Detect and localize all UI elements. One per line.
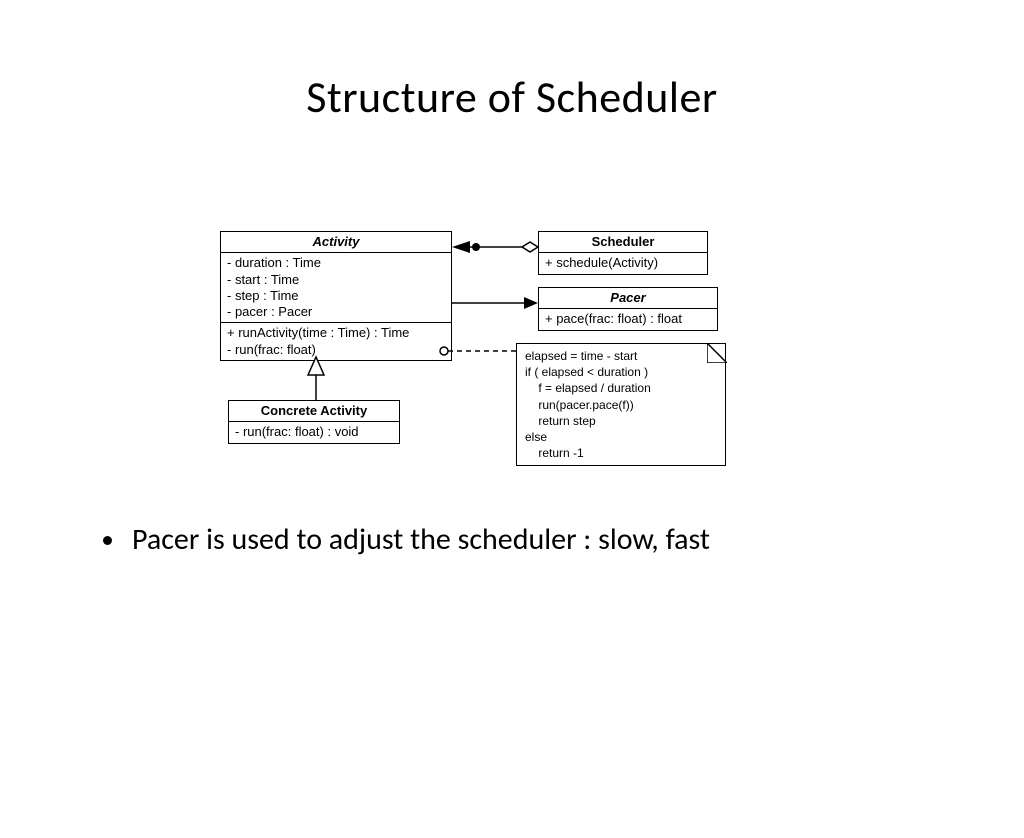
uml-class-concrete-activity: Concrete Activity - run(frac: float) : v… bbox=[228, 400, 400, 444]
class-name: Activity bbox=[221, 232, 451, 253]
operation: - run(frac: float) bbox=[227, 342, 445, 358]
uml-class-scheduler: Scheduler + schedule(Activity) bbox=[538, 231, 708, 275]
attribute: - pacer : Pacer bbox=[227, 304, 445, 320]
bullet-list: Pacer is used to adjust the scheduler : … bbox=[98, 520, 928, 561]
attribute: - start : Time bbox=[227, 272, 445, 288]
operation: + pace(frac: float) : float bbox=[545, 311, 711, 327]
class-name: Scheduler bbox=[539, 232, 707, 253]
note-fold-icon bbox=[707, 343, 727, 363]
note-text: elapsed = time - start if ( elapsed < du… bbox=[525, 348, 717, 461]
bullet-item: Pacer is used to adjust the scheduler : … bbox=[128, 520, 928, 561]
aggregation-scheduler-activity bbox=[452, 241, 538, 253]
generalization-concrete-activity bbox=[308, 357, 324, 400]
class-name: Pacer bbox=[539, 288, 717, 309]
class-name: Concrete Activity bbox=[229, 401, 399, 422]
slide-title: Structure of Scheduler bbox=[0, 70, 1024, 124]
association-activity-pacer bbox=[452, 297, 538, 309]
attribute: - duration : Time bbox=[227, 255, 445, 271]
uml-class-pacer: Pacer + pace(frac: float) : float bbox=[538, 287, 718, 331]
operation: - run(frac: float) : void bbox=[235, 424, 393, 440]
uml-note: elapsed = time - start if ( elapsed < du… bbox=[516, 343, 726, 466]
operation: + schedule(Activity) bbox=[545, 255, 701, 271]
attribute: - step : Time bbox=[227, 288, 445, 304]
operation: + runActivity(time : Time) : Time bbox=[227, 325, 445, 341]
uml-diagram: Activity - duration : Time - start : Tim… bbox=[220, 225, 760, 485]
uml-class-activity: Activity - duration : Time - start : Tim… bbox=[220, 231, 452, 361]
